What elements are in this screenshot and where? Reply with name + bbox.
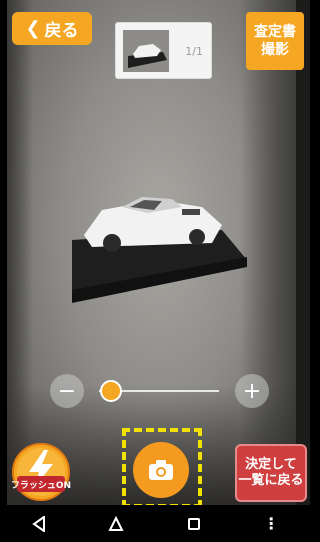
flash-label: フラッシュON bbox=[11, 480, 71, 491]
shutter-button[interactable] bbox=[133, 442, 189, 498]
nav-recents-button[interactable] bbox=[174, 509, 214, 539]
system-navigation-bar: ⋮ bbox=[0, 505, 310, 542]
photo-thumbnail[interactable] bbox=[123, 30, 169, 72]
recents-square-icon bbox=[187, 517, 200, 530]
zoom-out-button[interactable]: − bbox=[50, 374, 84, 408]
confirm-and-return-button[interactable]: 決定して 一覧に戻る bbox=[235, 444, 307, 502]
nav-back-button[interactable] bbox=[19, 509, 59, 539]
chevron-left-icon: ❮ bbox=[25, 18, 41, 39]
flash-toggle-button[interactable]: フラッシュON bbox=[11, 442, 71, 502]
flash-icon: フラッシュON bbox=[11, 443, 71, 501]
assessment-photo-button[interactable]: 査定書 撮影 bbox=[246, 12, 304, 70]
back-button[interactable]: ❮ 戻る bbox=[12, 12, 92, 45]
zoom-slider-handle[interactable] bbox=[100, 380, 122, 402]
photo-count: 1/1 bbox=[185, 45, 203, 58]
photo-thumbnail-strip[interactable]: 1/1 bbox=[115, 22, 212, 79]
back-label: 戻る bbox=[44, 21, 79, 41]
thumbnail-car-image bbox=[128, 44, 167, 68]
back-triangle-icon bbox=[32, 515, 45, 532]
more-dots-icon[interactable]: ⋮ bbox=[251, 509, 291, 539]
camera-icon bbox=[149, 460, 173, 480]
home-circle-icon bbox=[108, 515, 124, 531]
zoom-in-button[interactable]: + bbox=[235, 374, 269, 408]
camera-screen: ❮ 戻る 1/1 査定書 撮影 − + フラッシュON 決定して 一覧に戻る bbox=[7, 0, 310, 542]
nav-home-button[interactable] bbox=[96, 509, 136, 539]
model-car-photo bbox=[72, 197, 247, 303]
